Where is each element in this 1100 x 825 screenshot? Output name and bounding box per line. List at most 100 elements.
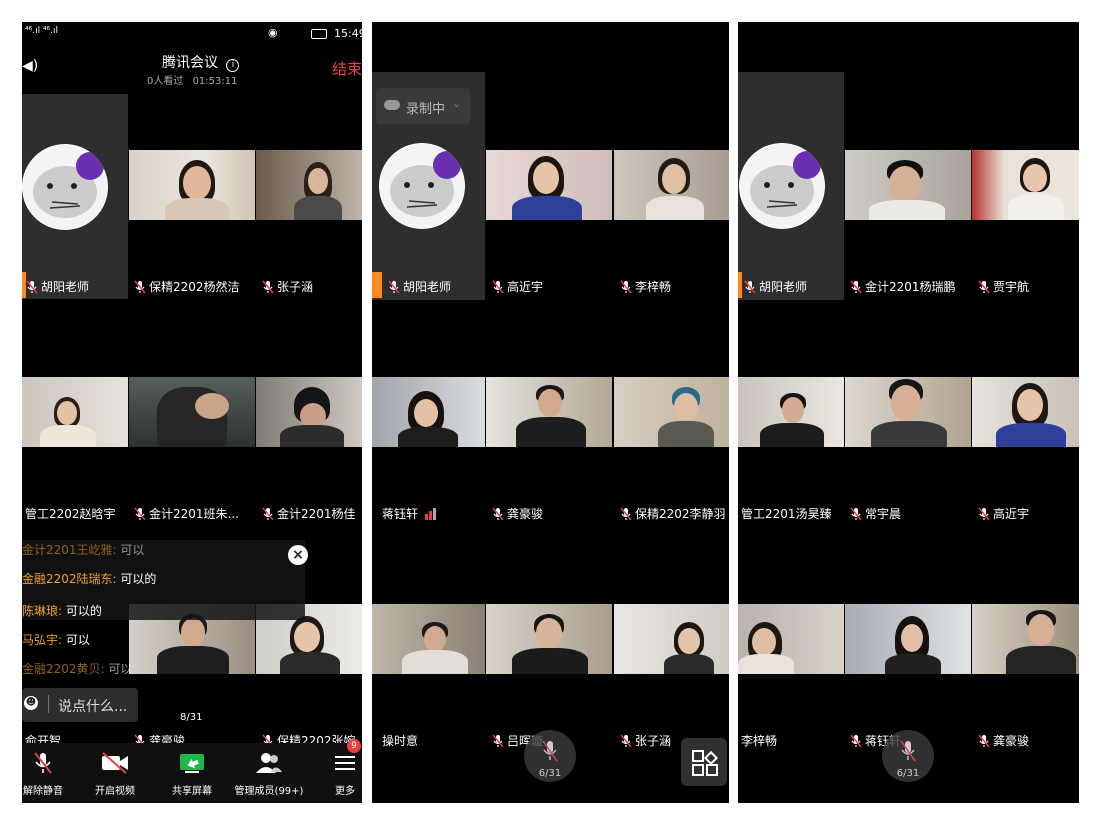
participant-name: 常宇晨 bbox=[850, 505, 901, 522]
chat-message: 马弘宇: 可以 bbox=[22, 633, 90, 647]
status-time: 15:49 bbox=[334, 27, 362, 40]
info-icon[interactable]: i bbox=[226, 59, 240, 72]
mic-muted-icon bbox=[22, 751, 64, 778]
mic-muted-icon bbox=[978, 280, 990, 294]
bottom-toolbar: 解除静音 开启视频 共享屏幕 管理成员(99+) 9 更多 bbox=[22, 739, 362, 803]
mic-muted-icon bbox=[850, 280, 862, 294]
video-tile[interactable] bbox=[372, 604, 485, 674]
floating-mic-button[interactable]: 6/31 bbox=[524, 730, 576, 782]
layout-switch-button[interactable] bbox=[681, 738, 727, 786]
video-tile[interactable] bbox=[972, 150, 1079, 220]
mic-muted-icon bbox=[978, 507, 990, 521]
video-tile[interactable] bbox=[738, 604, 844, 674]
video-tile[interactable] bbox=[129, 377, 255, 447]
participant-name: 管工2201汤昊臻 bbox=[741, 507, 832, 521]
chat-message: 金融2202黄贝: 可以 bbox=[22, 662, 133, 676]
video-tile[interactable] bbox=[972, 604, 1079, 674]
video-tile[interactable] bbox=[614, 377, 729, 447]
mic-muted-icon bbox=[262, 280, 274, 294]
participant-name: 张子涵 bbox=[620, 732, 671, 749]
video-tile[interactable] bbox=[372, 377, 485, 447]
participant-name: 管工2202赵晗宇 bbox=[25, 507, 116, 521]
participant-name: 胡阳老师 bbox=[22, 272, 89, 298]
recording-indicator[interactable]: 录制中 ⌄ bbox=[376, 88, 470, 124]
meeting-title[interactable]: 腾讯会议 i bbox=[162, 52, 240, 72]
host-tile[interactable] bbox=[22, 94, 128, 299]
eye-icon: ◉ bbox=[268, 26, 278, 39]
host-avatar bbox=[739, 143, 825, 229]
share-screen-button[interactable]: 共享屏幕 bbox=[166, 751, 218, 797]
audio-level-icon bbox=[425, 507, 437, 520]
floating-mic-button[interactable]: 6/31 bbox=[882, 730, 934, 782]
mic-muted-icon bbox=[850, 734, 862, 748]
cloud-record-icon bbox=[384, 100, 400, 110]
host-avatar bbox=[22, 144, 108, 230]
mic-muted-icon bbox=[620, 734, 632, 748]
mic-muted-icon bbox=[620, 280, 632, 294]
end-meeting-button[interactable]: 结束 bbox=[332, 58, 362, 79]
mic-muted-icon bbox=[26, 280, 38, 294]
grid-layout-icon bbox=[692, 750, 719, 780]
mic-muted-icon bbox=[492, 734, 504, 748]
participant-name: 李梓畅 bbox=[741, 734, 778, 748]
video-tile[interactable] bbox=[845, 604, 971, 674]
meeting-screen-3: 胡阳老师 金计2201杨瑞鹏 贾宇航 管工2201汤昊臻 常宇晨 高近宇 李梓畅… bbox=[738, 22, 1079, 803]
meeting-screen-1: ⁴⁶.ıl ⁴⁶.ıl ◉ 15:49 ◀) 腾讯会议 i 0人看过 01:53… bbox=[22, 22, 362, 803]
meeting-header: ◀) 腾讯会议 i 0人看过 01:53:11 结束 bbox=[22, 46, 362, 92]
share-screen-icon bbox=[166, 751, 218, 778]
mic-muted-icon bbox=[900, 740, 916, 765]
video-tile[interactable] bbox=[845, 377, 971, 447]
video-tile[interactable] bbox=[614, 150, 729, 220]
chat-message: 陈琳琅: 可以的 bbox=[22, 604, 102, 618]
start-video-button[interactable]: 开启视频 bbox=[90, 751, 140, 797]
mic-muted-icon bbox=[978, 734, 990, 748]
video-tile[interactable] bbox=[738, 377, 844, 447]
viewer-count: 0人看过 bbox=[147, 76, 184, 87]
mic-muted-icon bbox=[620, 507, 632, 521]
video-tile[interactable] bbox=[845, 150, 971, 220]
video-tile[interactable] bbox=[22, 377, 128, 447]
chevron-down-icon: ⌄ bbox=[452, 97, 462, 110]
video-tile[interactable] bbox=[614, 604, 729, 674]
mic-muted-icon bbox=[492, 507, 504, 521]
page-indicator: 8/31 bbox=[180, 712, 203, 723]
participant-name: 贾宇航 bbox=[978, 278, 1029, 295]
participant-name: 金计2201班朱... bbox=[134, 505, 239, 522]
participant-name: 龚豪骏 bbox=[492, 505, 543, 522]
participant-name: 保精2202杨然洁 bbox=[134, 278, 240, 295]
mic-muted-icon bbox=[134, 280, 146, 294]
mic-muted-icon bbox=[542, 740, 558, 765]
mic-muted-icon bbox=[134, 507, 146, 521]
camera-off-icon bbox=[90, 751, 140, 778]
meeting-duration: 01:53:11 bbox=[192, 76, 238, 87]
participant-name: 李梓畅 bbox=[620, 278, 671, 295]
video-tile[interactable] bbox=[486, 604, 612, 674]
participant-name: 胡阳老师 bbox=[738, 272, 807, 298]
participant-name: 蒋钰轩 bbox=[382, 505, 437, 522]
battery-icon bbox=[311, 29, 327, 39]
video-tile[interactable] bbox=[129, 150, 255, 220]
video-tile[interactable] bbox=[486, 150, 612, 220]
unmute-button[interactable]: 解除静音 bbox=[22, 751, 64, 797]
more-button[interactable]: 9 更多 bbox=[330, 739, 361, 797]
video-tile[interactable] bbox=[256, 150, 362, 220]
mic-muted-icon bbox=[850, 507, 862, 521]
participant-name: 保精2202李静羽 bbox=[620, 505, 726, 522]
participant-name: 龚豪骏 bbox=[978, 732, 1029, 749]
video-tile[interactable] bbox=[972, 377, 1079, 447]
chat-close-button[interactable]: × bbox=[288, 545, 308, 565]
chat-message: 金计2201王屹雅: 可以 bbox=[22, 543, 145, 557]
video-tile[interactable] bbox=[256, 377, 362, 447]
chat-message: 金融2202陆瑞东: 可以的 bbox=[22, 572, 157, 586]
host-avatar bbox=[379, 143, 465, 229]
mic-muted-icon bbox=[388, 280, 400, 294]
notification-badge: 9 bbox=[347, 739, 361, 753]
manage-members-button[interactable]: 管理成员(99+) bbox=[232, 751, 306, 797]
participant-name: 张子涵 bbox=[262, 278, 313, 295]
emoji-icon[interactable]: ☻ bbox=[24, 696, 38, 710]
speaker-icon[interactable]: ◀) bbox=[22, 58, 38, 74]
participant-name: 胡阳老师 bbox=[372, 272, 451, 298]
chat-input[interactable]: ☻ 说点什么... bbox=[22, 688, 138, 722]
participant-name: 金计2201杨瑞鹏 bbox=[850, 278, 956, 295]
video-tile[interactable] bbox=[486, 377, 612, 447]
